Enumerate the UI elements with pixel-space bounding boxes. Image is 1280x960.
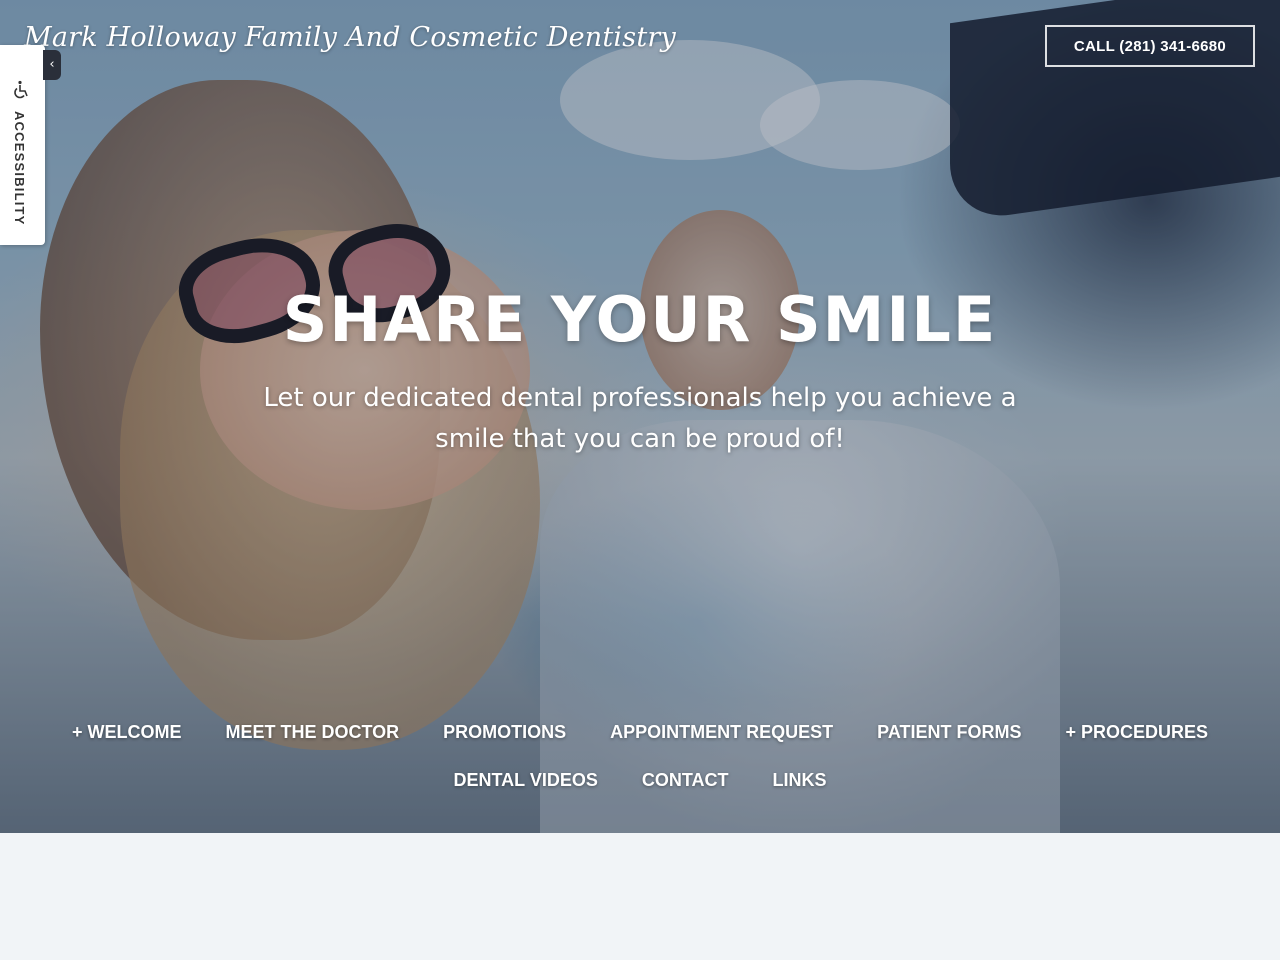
wheelchair-icon	[11, 80, 31, 100]
nav-patient-forms[interactable]: PATIENT FORMS	[877, 722, 1021, 743]
nav-welcome[interactable]: + WELCOME	[72, 722, 182, 743]
nav-promotions[interactable]: PROMOTIONS	[443, 722, 566, 743]
page-content-area	[0, 833, 1280, 960]
nav-meet-the-doctor[interactable]: MEET THE DOCTOR	[225, 722, 399, 743]
site-logo[interactable]: Mark Holloway Family And Cosmetic Dentis…	[24, 22, 676, 53]
chevron-left-icon[interactable]: ‹	[43, 50, 61, 80]
nav-contact[interactable]: CONTACT	[642, 770, 729, 791]
nav-appointment-request[interactable]: APPOINTMENT REQUEST	[610, 722, 833, 743]
hero-headline: SHARE YOUR SMILE	[282, 283, 998, 356]
hero-banner: Mark Holloway Family And Cosmetic Dentis…	[0, 0, 1280, 833]
main-nav-row-2: DENTAL VIDEOS CONTACT LINKS	[0, 770, 1280, 791]
main-nav-row-1: + WELCOME MEET THE DOCTOR PROMOTIONS APP…	[0, 722, 1280, 743]
nav-procedures[interactable]: + PROCEDURES	[1066, 722, 1209, 743]
nav-dental-videos[interactable]: DENTAL VIDEOS	[453, 770, 597, 791]
hero-subhead: Let our dedicated dental professionals h…	[263, 383, 1017, 454]
call-button[interactable]: CALL (281) 341-6680	[1045, 25, 1255, 67]
accessibility-label: ACCESSIBILITY	[12, 111, 27, 226]
accessibility-tab[interactable]: ACCESSIBILITY	[0, 45, 45, 245]
nav-links[interactable]: LINKS	[773, 770, 827, 791]
